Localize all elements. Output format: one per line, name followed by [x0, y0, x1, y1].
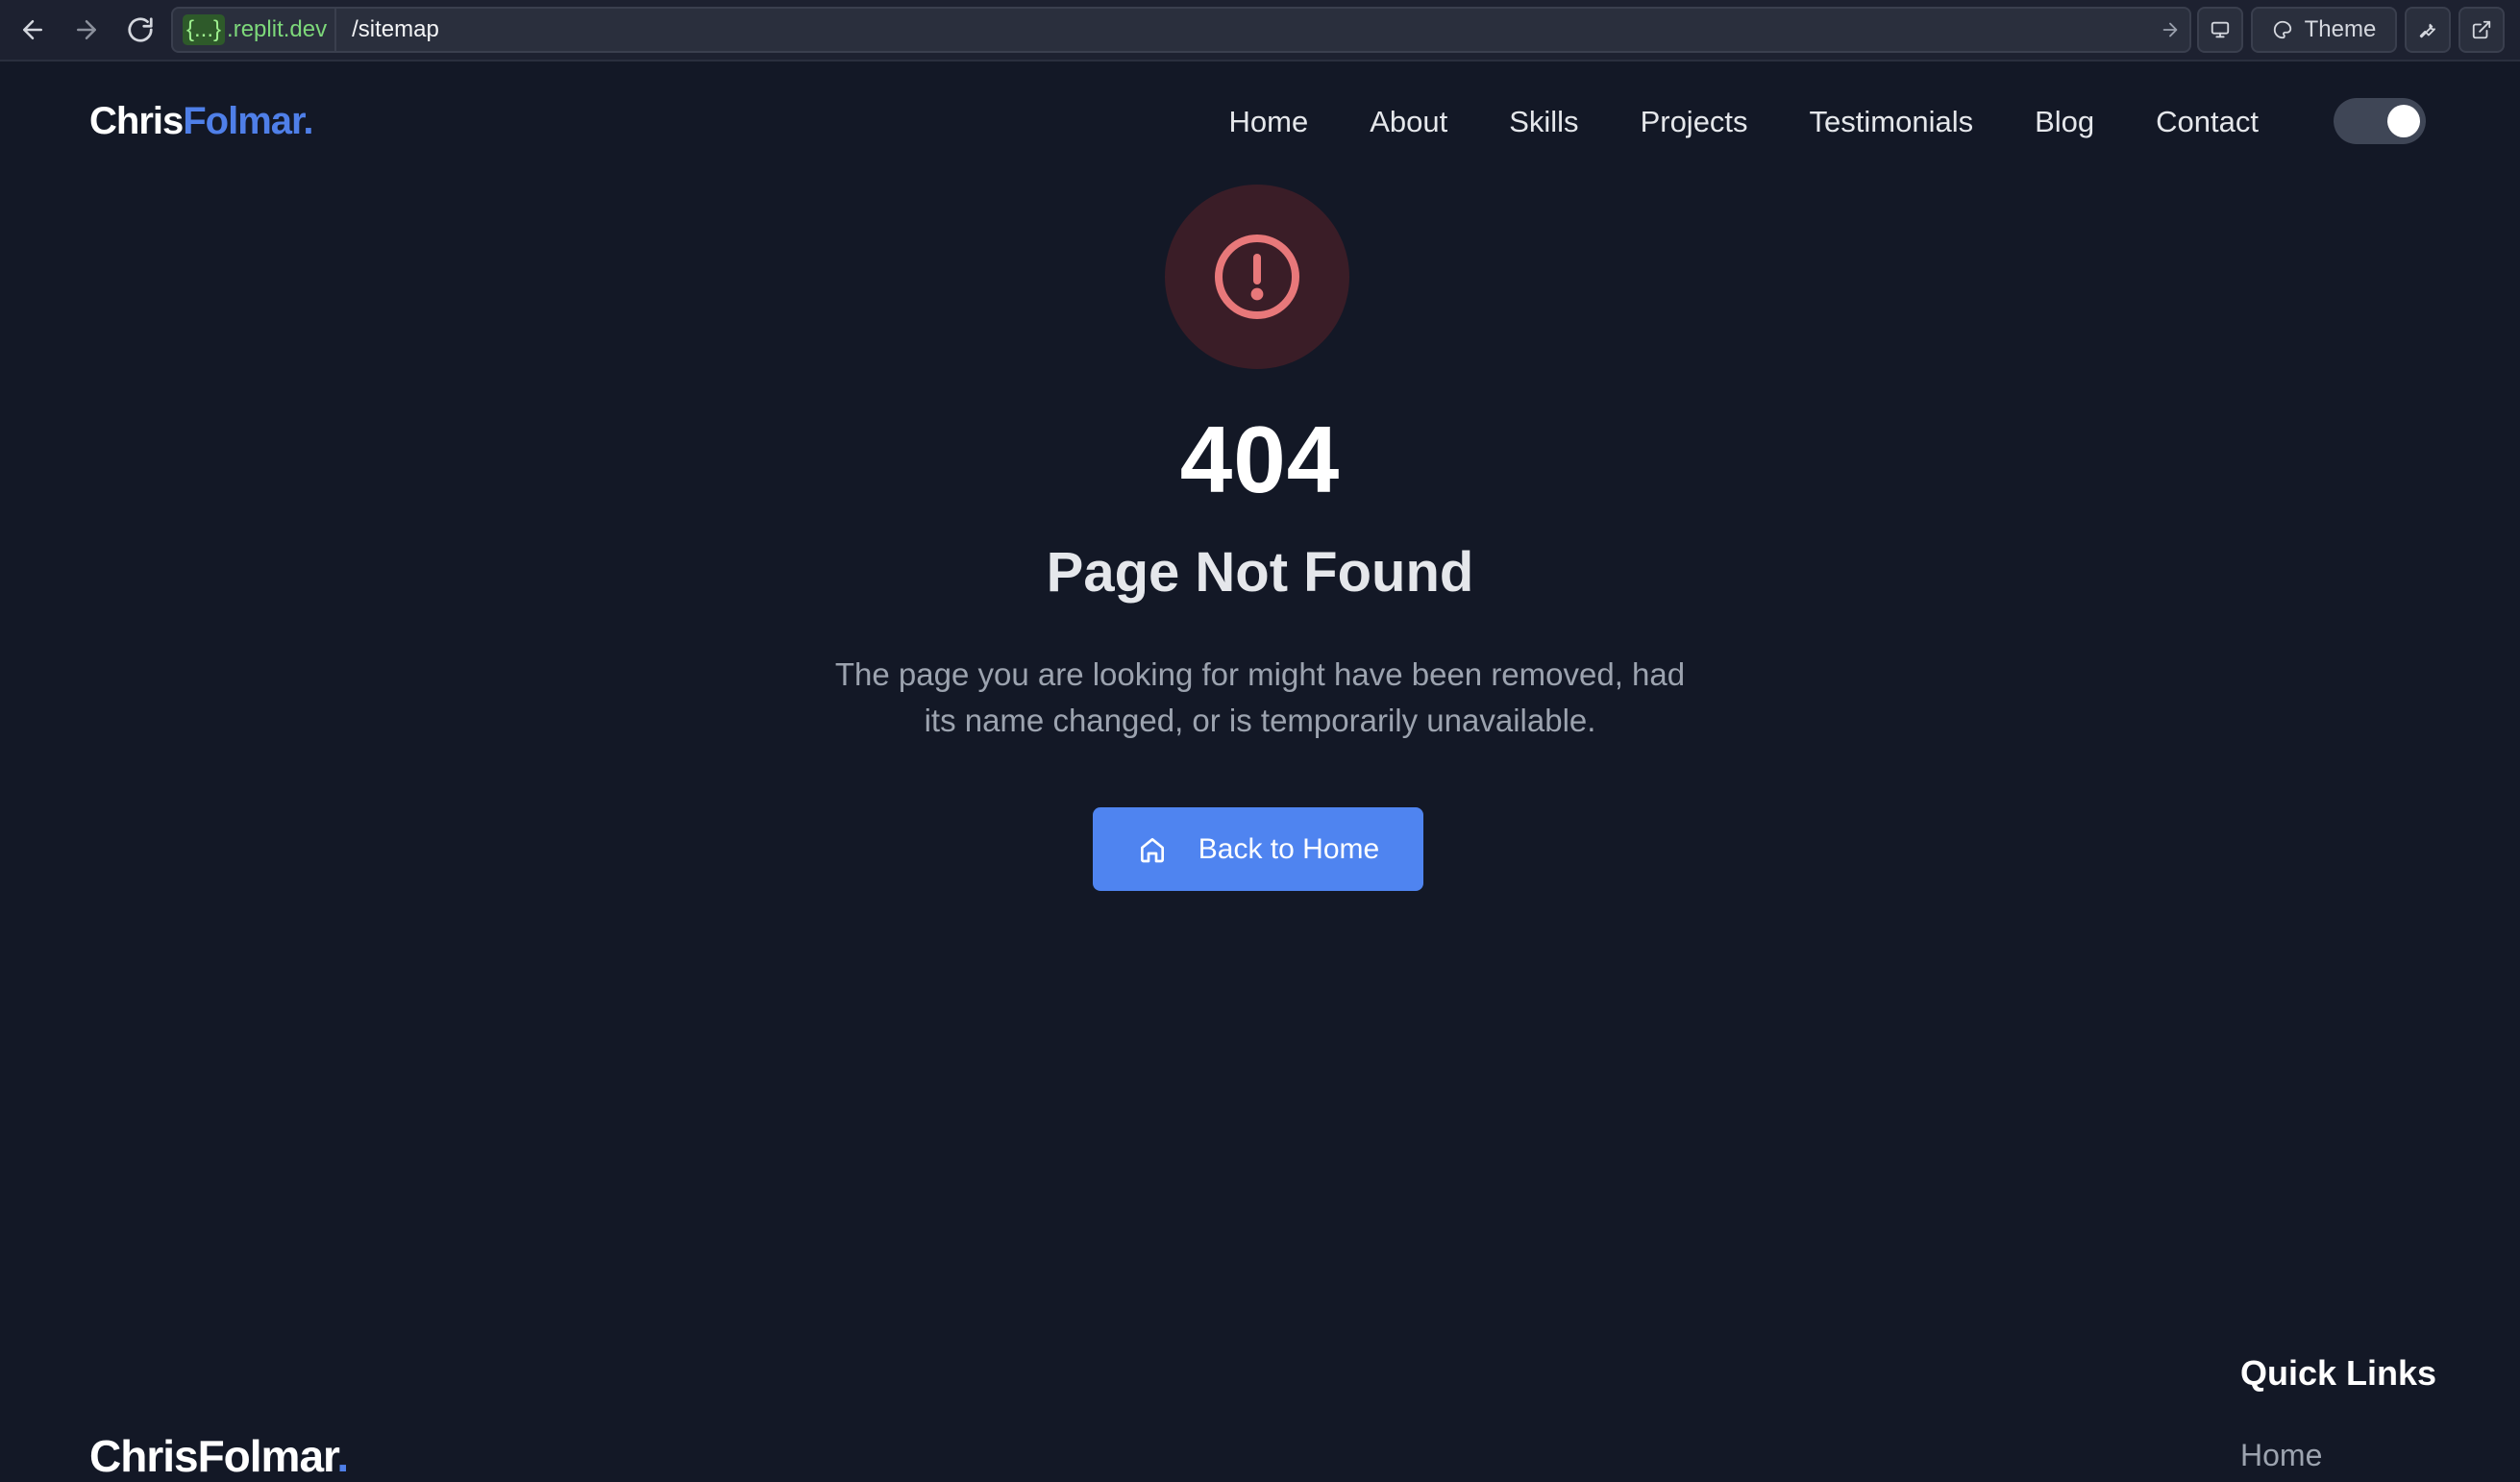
- back-button[interactable]: [6, 0, 60, 61]
- open-new-tab-button[interactable]: [2458, 7, 2505, 53]
- logo-second: Folmar: [183, 100, 304, 142]
- site-logo[interactable]: ChrisFolmar.: [89, 100, 314, 143]
- theme-label: Theme: [2304, 16, 2377, 42]
- quick-links-title: Quick Links: [2240, 1353, 2437, 1393]
- browser-toolbar: {...} .replit.dev /sitemap Theme: [0, 0, 2520, 62]
- reload-icon: [128, 17, 153, 42]
- nav-skills[interactable]: Skills: [1509, 105, 1578, 139]
- nav-testimonials[interactable]: Testimonials: [1810, 105, 1974, 139]
- url-host-braces: {...}: [183, 14, 226, 45]
- url-path[interactable]: /sitemap: [336, 16, 2151, 43]
- error-code: 404: [1179, 407, 1341, 512]
- back-to-home-button[interactable]: Back to Home: [1093, 807, 1423, 891]
- quick-link-home[interactable]: Home: [2240, 1438, 2322, 1473]
- error-icon-circle: [1165, 185, 1349, 369]
- site-header: ChrisFolmar. Home About Skills Projects …: [0, 62, 2520, 183]
- device-preview-button[interactable]: [2197, 7, 2243, 53]
- wrench-icon: [2419, 23, 2435, 38]
- nav-projects[interactable]: Projects: [1641, 105, 1748, 139]
- palette-icon: [2273, 20, 2291, 39]
- footer-logo-text: ChrisFolmar: [89, 1431, 337, 1481]
- monitor-icon: [2211, 21, 2230, 38]
- dark-mode-toggle[interactable]: [2334, 98, 2426, 144]
- page-title: Page Not Found: [1046, 541, 1474, 604]
- logo-first: Chris: [89, 100, 184, 142]
- nav-contact[interactable]: Contact: [2156, 105, 2259, 139]
- nav-about[interactable]: About: [1370, 105, 1447, 139]
- home-icon: [1140, 837, 1164, 862]
- main-nav: Home About Skills Projects Testimonials …: [1229, 62, 2321, 183]
- nav-home[interactable]: Home: [1229, 105, 1309, 139]
- arrow-right-icon: [2162, 22, 2178, 37]
- footer-logo-dot: .: [336, 1431, 349, 1481]
- arrow-left-icon: [23, 20, 42, 39]
- arrow-right-icon: [77, 20, 96, 39]
- alert-circle-icon: [1215, 235, 1299, 319]
- external-link-icon: [2472, 20, 2491, 39]
- toggle-knob: [2387, 105, 2420, 137]
- error-description: The page you are looking for might have …: [834, 656, 1686, 738]
- url-host-domain: .replit.dev: [227, 16, 328, 42]
- nav-blog[interactable]: Blog: [2035, 105, 2094, 139]
- logo-dot: .: [303, 100, 313, 142]
- address-bar[interactable]: {...} .replit.dev /sitemap: [171, 7, 2191, 53]
- url-host: {...} .replit.dev: [173, 9, 337, 51]
- theme-button[interactable]: Theme: [2251, 7, 2397, 53]
- devtools-button[interactable]: [2405, 7, 2451, 53]
- reload-button[interactable]: [113, 0, 167, 61]
- url-go-button[interactable]: [2151, 19, 2189, 40]
- forward-button[interactable]: [60, 0, 113, 61]
- back-to-home-label: Back to Home: [1198, 832, 1380, 865]
